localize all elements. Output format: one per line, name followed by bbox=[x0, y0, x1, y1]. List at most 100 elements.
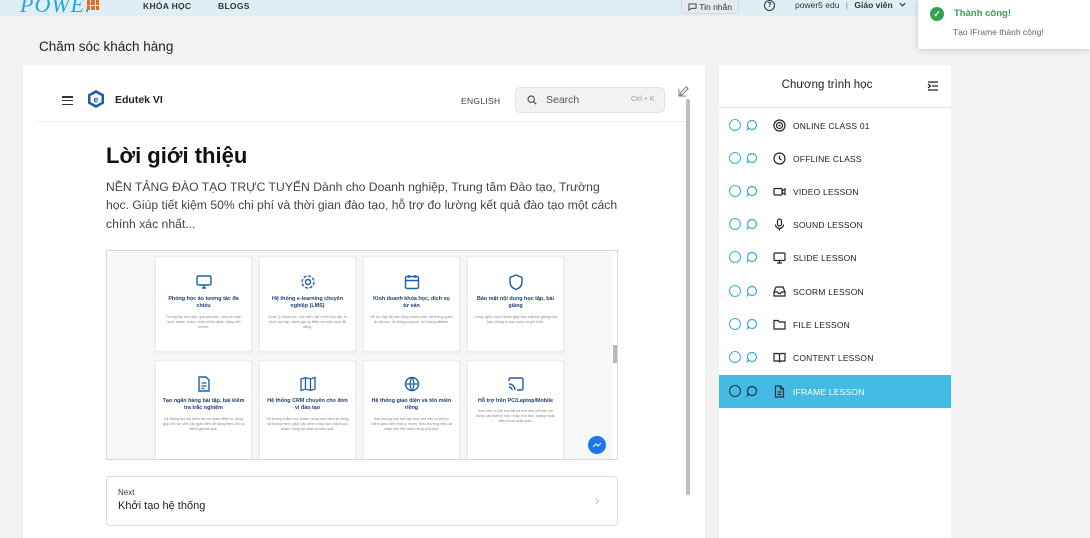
search-shortcut: Ctrl + K bbox=[631, 96, 655, 103]
sidebar-divider bbox=[719, 107, 951, 108]
feature-title: Hệ thống CRM chuyên cho đơn vị đào tạo bbox=[267, 398, 348, 412]
lesson-item-video[interactable]: VIDEO LESSON bbox=[719, 175, 951, 208]
content-heading: Lời giới thiệu bbox=[106, 143, 248, 168]
comment-icon[interactable] bbox=[746, 385, 758, 397]
lesson-label: VIDEO LESSON bbox=[793, 187, 859, 197]
status-circle-icon[interactable] bbox=[729, 119, 741, 131]
lesson-item-offline-class[interactable]: OFFLINE CLASS bbox=[719, 142, 951, 175]
next-lesson-link[interactable]: Next Khởi tạo hệ thống › bbox=[106, 476, 618, 526]
status-circle-icon[interactable] bbox=[729, 251, 741, 263]
lesson-item-file[interactable]: FILE LESSON bbox=[719, 308, 951, 341]
iframe-embed[interactable]: Phòng học ảo tương tác đa chiều Tương tá… bbox=[106, 250, 618, 460]
messenger-icon[interactable] bbox=[588, 436, 606, 454]
user-name: power5 edu bbox=[795, 0, 840, 10]
clock-icon bbox=[773, 152, 786, 165]
target-icon bbox=[773, 119, 786, 132]
cast-icon bbox=[507, 377, 524, 391]
feature-desc: Học viên có thể học tất cả mọi đều với t… bbox=[475, 409, 556, 424]
toast-message: Tạo IFrame thành công! bbox=[953, 27, 1044, 37]
site-name[interactable]: Edutek VI bbox=[115, 94, 163, 106]
comment-icon[interactable] bbox=[746, 351, 758, 363]
lesson-item-online-class[interactable]: ONLINE CLASS 01 bbox=[719, 109, 951, 142]
status-circle-icon[interactable] bbox=[729, 152, 741, 164]
globe-icon bbox=[404, 376, 419, 392]
comment-icon[interactable] bbox=[746, 318, 758, 330]
feature-title: Phòng học ảo tương tác đa chiều bbox=[168, 296, 239, 310]
comment-icon[interactable] bbox=[746, 218, 758, 230]
monitor-icon bbox=[773, 252, 786, 264]
feature-card: Kinh doanh khóa học, dịch vụ tư vấn Hỗ t… bbox=[363, 256, 460, 352]
status-circle-icon[interactable] bbox=[729, 185, 741, 197]
comment-icon[interactable] bbox=[746, 285, 758, 297]
lesson-item-sound[interactable]: SOUND LESSON bbox=[719, 208, 951, 241]
user-role: Giáo viên bbox=[854, 0, 893, 10]
gear-icon bbox=[300, 275, 315, 289]
lesson-item-slide[interactable]: SLIDE LESSON bbox=[719, 241, 951, 274]
svg-text:e: e bbox=[93, 95, 98, 105]
toast-title: Thành công! bbox=[954, 8, 1011, 19]
map-icon bbox=[299, 376, 316, 392]
status-circle-icon[interactable] bbox=[729, 318, 741, 330]
power-logo[interactable]: POWEr bbox=[20, 0, 95, 18]
feature-card: Phòng học ảo tương tác đa chiều Tương tá… bbox=[155, 256, 252, 352]
help-icon[interactable]: ? bbox=[764, 0, 775, 11]
chevron-down-icon bbox=[899, 2, 906, 7]
success-toast: ✓ Thành công! Tạo IFrame thành công! bbox=[918, 0, 1090, 49]
menu-icon[interactable] bbox=[62, 96, 73, 105]
message-icon bbox=[688, 3, 697, 11]
lesson-label: SLIDE LESSON bbox=[793, 253, 857, 263]
feature-title: Hệ thống giao diện và tên miền riêng bbox=[371, 398, 452, 412]
feature-card: Hệ thống giao diện và tên miền riêng Bạn… bbox=[363, 360, 460, 459]
lesson-label: FILE LESSON bbox=[793, 320, 850, 330]
edit-icon[interactable] bbox=[678, 86, 689, 97]
nav-link-courses[interactable]: KHÓA HỌC bbox=[143, 1, 191, 11]
comment-icon[interactable] bbox=[746, 185, 758, 197]
feature-card: Bảo mật nội dung học tập, bài giảng Công… bbox=[467, 256, 564, 352]
lesson-item-iframe[interactable]: IFRAME LESSON bbox=[719, 375, 951, 408]
feature-desc: Công nghệ của Edutek giúp bảo mật bài gi… bbox=[474, 314, 557, 324]
iframe-scrollbar[interactable] bbox=[612, 251, 617, 459]
lesson-label: ONLINE CLASS 01 bbox=[793, 121, 870, 131]
edutek-logo-icon: e bbox=[88, 90, 104, 108]
check-circle-icon: ✓ bbox=[930, 7, 944, 21]
lesson-label: SOUND LESSON bbox=[793, 220, 863, 230]
search-box[interactable]: Ctrl + K bbox=[515, 87, 665, 113]
messages-button[interactable]: Tin nhắn bbox=[681, 0, 739, 14]
comment-icon[interactable] bbox=[746, 251, 758, 263]
next-title: Khởi tạo hệ thống bbox=[118, 500, 206, 512]
scrollbar-thumb[interactable] bbox=[613, 345, 617, 363]
feature-title: Kinh doanh khóa học, dịch vụ tư vấn bbox=[373, 296, 450, 310]
feature-desc: Hệ thống nhắm vào khách hàng mới cách tự… bbox=[266, 416, 349, 431]
comment-icon[interactable] bbox=[746, 152, 758, 164]
feature-card: Hệ thống CRM chuyên cho đơn vị đào tạo H… bbox=[259, 360, 356, 459]
feature-desc: Hệ thống tạo bài kiểm tra và chấm điểm t… bbox=[162, 416, 245, 431]
lesson-label: CONTENT LESSON bbox=[793, 353, 874, 363]
comment-icon[interactable] bbox=[746, 119, 758, 131]
curriculum-sidebar: Chương trình học ONLINE CLASS 01 OFFLINE… bbox=[719, 65, 951, 538]
monitor-icon bbox=[195, 275, 212, 289]
feature-title: Bảo mật nội dung học tập, bài giảng bbox=[477, 296, 554, 310]
nav-link-blogs[interactable]: BLOGS bbox=[218, 1, 250, 11]
sidebar-title: Chương trình học bbox=[781, 79, 873, 91]
feature-desc: Tương tác trực tiếp qua webcam, chia sẻ … bbox=[165, 314, 242, 329]
lesson-label: OFFLINE CLASS bbox=[793, 154, 862, 164]
search-input[interactable] bbox=[546, 88, 626, 112]
chevron-right-icon: › bbox=[595, 493, 600, 508]
main-scrollbar[interactable] bbox=[686, 99, 690, 495]
shield-icon bbox=[508, 274, 523, 291]
language-switch[interactable]: ENGLISH bbox=[461, 96, 500, 106]
status-circle-icon[interactable] bbox=[729, 285, 741, 297]
feature-title: Hỗ trợ trên PC/Laptop/Mobile bbox=[477, 398, 554, 404]
status-circle-icon[interactable] bbox=[729, 385, 741, 397]
lesson-item-content[interactable]: CONTENT LESSON bbox=[719, 341, 951, 374]
folder-icon bbox=[773, 319, 786, 330]
file-icon bbox=[774, 385, 785, 398]
logo-mark-icon bbox=[87, 0, 99, 10]
lesson-label: SCORM LESSON bbox=[793, 287, 864, 297]
lesson-item-scorm[interactable]: SCORM LESSON bbox=[719, 275, 951, 308]
user-menu[interactable]: power5 edu | Giáo viên bbox=[795, 0, 906, 10]
calendar-icon bbox=[404, 275, 419, 290]
status-circle-icon[interactable] bbox=[729, 218, 741, 230]
collapse-sidebar-icon[interactable] bbox=[927, 81, 939, 91]
status-circle-icon[interactable] bbox=[729, 351, 741, 363]
